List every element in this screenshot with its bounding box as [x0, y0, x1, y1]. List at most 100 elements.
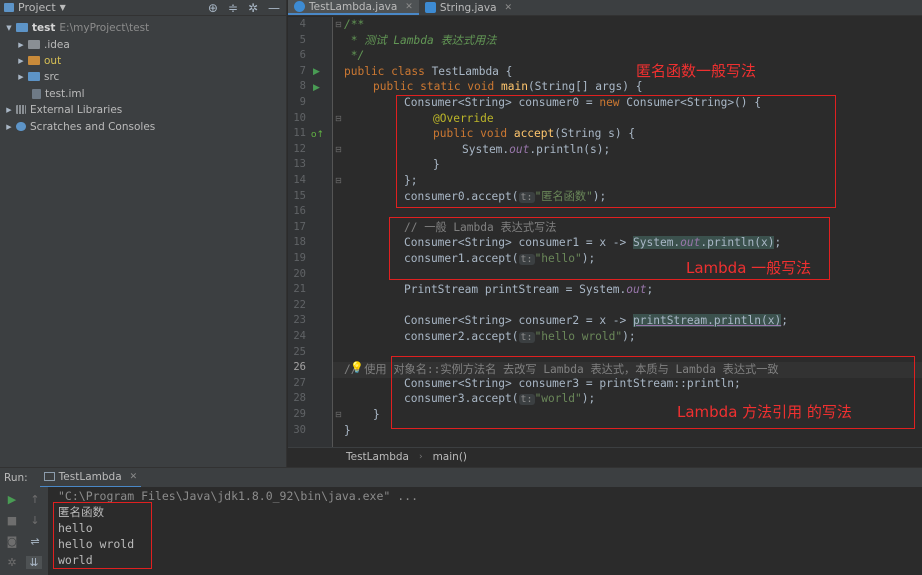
tree-item-out[interactable]: ▶ out	[16, 52, 61, 69]
arrow-down-icon[interactable]: ↓	[28, 514, 42, 527]
fold-icon[interactable]: ⊟	[335, 20, 342, 29]
code-line-24[interactable]: consumer2.accept(t: "hello wrold");	[404, 329, 636, 346]
line-number: 17	[293, 220, 306, 233]
run-toolbar: ▶ ↑ ■ ↓ ◙ ⇌ ✲ ⇊	[0, 487, 48, 575]
override-icon[interactable]: o↑	[311, 128, 324, 144]
run-icon[interactable]: ▶	[313, 81, 320, 97]
code-text: Consumer<String> consumer2 = x ->	[404, 314, 634, 328]
code-text: );	[622, 330, 636, 343]
highlighted-code: printStream.println(x)	[633, 314, 782, 328]
annotation-box-anonymous	[396, 95, 836, 208]
locate-icon[interactable]: ⊕	[208, 1, 218, 15]
tree-item-src[interactable]: ▶ src	[16, 68, 59, 85]
close-icon[interactable]: ✕	[130, 472, 138, 482]
project-panel-header: Project ▼ ⊕ ≑ ✲ —	[0, 0, 286, 16]
line-number: 19	[293, 252, 306, 264]
run-tab-label: TestLambda	[58, 470, 122, 483]
code-text: PrintStream printStream = System.	[404, 283, 627, 297]
fold-icon[interactable]: ⊟	[335, 114, 342, 123]
code-text: consumer2.accept(	[404, 330, 519, 343]
settings-icon[interactable]: ✲	[5, 556, 19, 569]
code-line-7[interactable]: public class TestLambda {	[344, 64, 512, 80]
chevron-down-icon[interactable]: ▼	[60, 3, 66, 12]
chevron-right-icon[interactable]: ▶	[16, 73, 26, 81]
gear-icon[interactable]: ✲	[248, 1, 258, 15]
chevron-right-icon[interactable]: ▶	[4, 123, 14, 131]
tree-item-test-iml[interactable]: test.iml	[30, 85, 85, 102]
code-line-8[interactable]: public static void main(String[] args) {	[373, 79, 642, 95]
chevron-down-icon[interactable]: ▼	[4, 24, 14, 32]
lightbulb-icon[interactable]: 💡	[350, 361, 364, 374]
static-field: out	[626, 283, 647, 297]
tab-testlambda[interactable]: TestLambda.java ✕	[288, 0, 419, 15]
tab-label: TestLambda.java	[309, 0, 398, 13]
tree-item-external-libraries[interactable]: ▶ External Libraries	[4, 101, 122, 118]
fold-icon[interactable]: ⊟	[335, 410, 342, 419]
code-text: (String[] args) {	[527, 80, 643, 94]
code-line-30[interactable]: }	[344, 423, 351, 439]
line-number: 4	[299, 18, 306, 30]
close-icon[interactable]: ✕	[405, 2, 413, 12]
tree-item-project-root[interactable]: ▼ test E:\myProject\test	[4, 19, 149, 36]
java-class-icon	[424, 2, 436, 13]
line-number: 9	[299, 96, 306, 108]
folder-icon	[28, 40, 40, 49]
camera-icon[interactable]: ◙	[5, 535, 19, 548]
close-icon[interactable]: ✕	[505, 3, 513, 13]
method-name: main	[500, 80, 528, 94]
chevron-right-icon[interactable]: ▶	[4, 106, 14, 114]
code-text: ;	[646, 283, 654, 297]
arrow-up-icon[interactable]: ↑	[28, 493, 42, 506]
line-number: 28	[293, 392, 306, 405]
chevron-right-icon: ›	[418, 452, 423, 462]
chevron-right-icon[interactable]: ▶	[16, 41, 26, 49]
stop-icon[interactable]: ■	[5, 514, 19, 527]
doc-comment: /**	[344, 18, 365, 31]
line-number: 22	[293, 298, 306, 311]
line-number: 5	[299, 33, 306, 46]
collapse-all-icon[interactable]: ≑	[228, 1, 238, 15]
project-panel-title[interactable]: Project	[18, 1, 56, 14]
line-number: 6	[299, 49, 306, 62]
keyword: public class	[344, 64, 432, 78]
run-icon[interactable]: ▶	[313, 65, 320, 81]
doc-comment: */	[344, 49, 365, 63]
code-text: }	[344, 423, 351, 437]
string-literal: "hello wrold"	[534, 330, 623, 343]
code-text: ;	[781, 314, 788, 328]
tree-item-label: Scratches and Consoles	[30, 120, 156, 133]
console-output[interactable]: "C:\Program Files\Java\jdk1.8.0_92\bin\j…	[48, 487, 922, 575]
line-number: 11	[293, 127, 306, 140]
line-number: 15	[293, 189, 306, 202]
breadcrumb-item-method[interactable]: main()	[433, 451, 467, 463]
fold-icon[interactable]: ⊟	[335, 145, 342, 154]
tab-string[interactable]: String.java ✕	[419, 0, 518, 15]
code-line-23[interactable]: Consumer<String> consumer2 = x -> printS…	[404, 313, 788, 329]
line-number: 18	[293, 236, 306, 249]
line-number: 21	[293, 283, 306, 296]
code-line-29[interactable]: }	[373, 407, 380, 423]
code-text: }	[373, 408, 380, 421]
tree-item-label: src	[44, 70, 60, 83]
tree-item-idea[interactable]: ▶ .idea	[16, 36, 70, 53]
fold-icon[interactable]: ⊟	[335, 176, 342, 185]
run-tab-testlambda[interactable]: TestLambda ✕	[39, 468, 142, 488]
line-number: 29	[293, 408, 306, 420]
code-line-4[interactable]: /**	[344, 17, 364, 33]
code-line-21[interactable]: PrintStream printStream = System.out;	[404, 282, 653, 298]
class-name: TestLambda {	[431, 64, 513, 78]
parameter-hint: t:	[518, 332, 535, 343]
doc-comment: * 测试 Lambda 表达式用法	[344, 33, 497, 47]
hide-icon[interactable]: —	[268, 1, 280, 15]
soft-wrap-icon[interactable]: ⇌	[28, 535, 42, 548]
chevron-right-icon[interactable]: ▶	[16, 57, 26, 65]
code-editor[interactable]: // 使用 对象名::实例方法名 去改写 Lambda 表达式，本质与 Lamb…	[288, 17, 922, 447]
scroll-to-end-icon[interactable]: ⇊	[26, 556, 42, 569]
code-line-6[interactable]: */	[344, 48, 364, 64]
rerun-icon[interactable]: ▶	[5, 493, 19, 506]
breadcrumb-item-class[interactable]: TestLambda	[346, 451, 409, 463]
code-line-5[interactable]: * 测试 Lambda 表达式用法	[344, 33, 497, 49]
module-file-icon	[32, 88, 41, 99]
libraries-icon	[16, 105, 26, 114]
tree-item-scratches[interactable]: ▶ Scratches and Consoles	[4, 118, 155, 135]
